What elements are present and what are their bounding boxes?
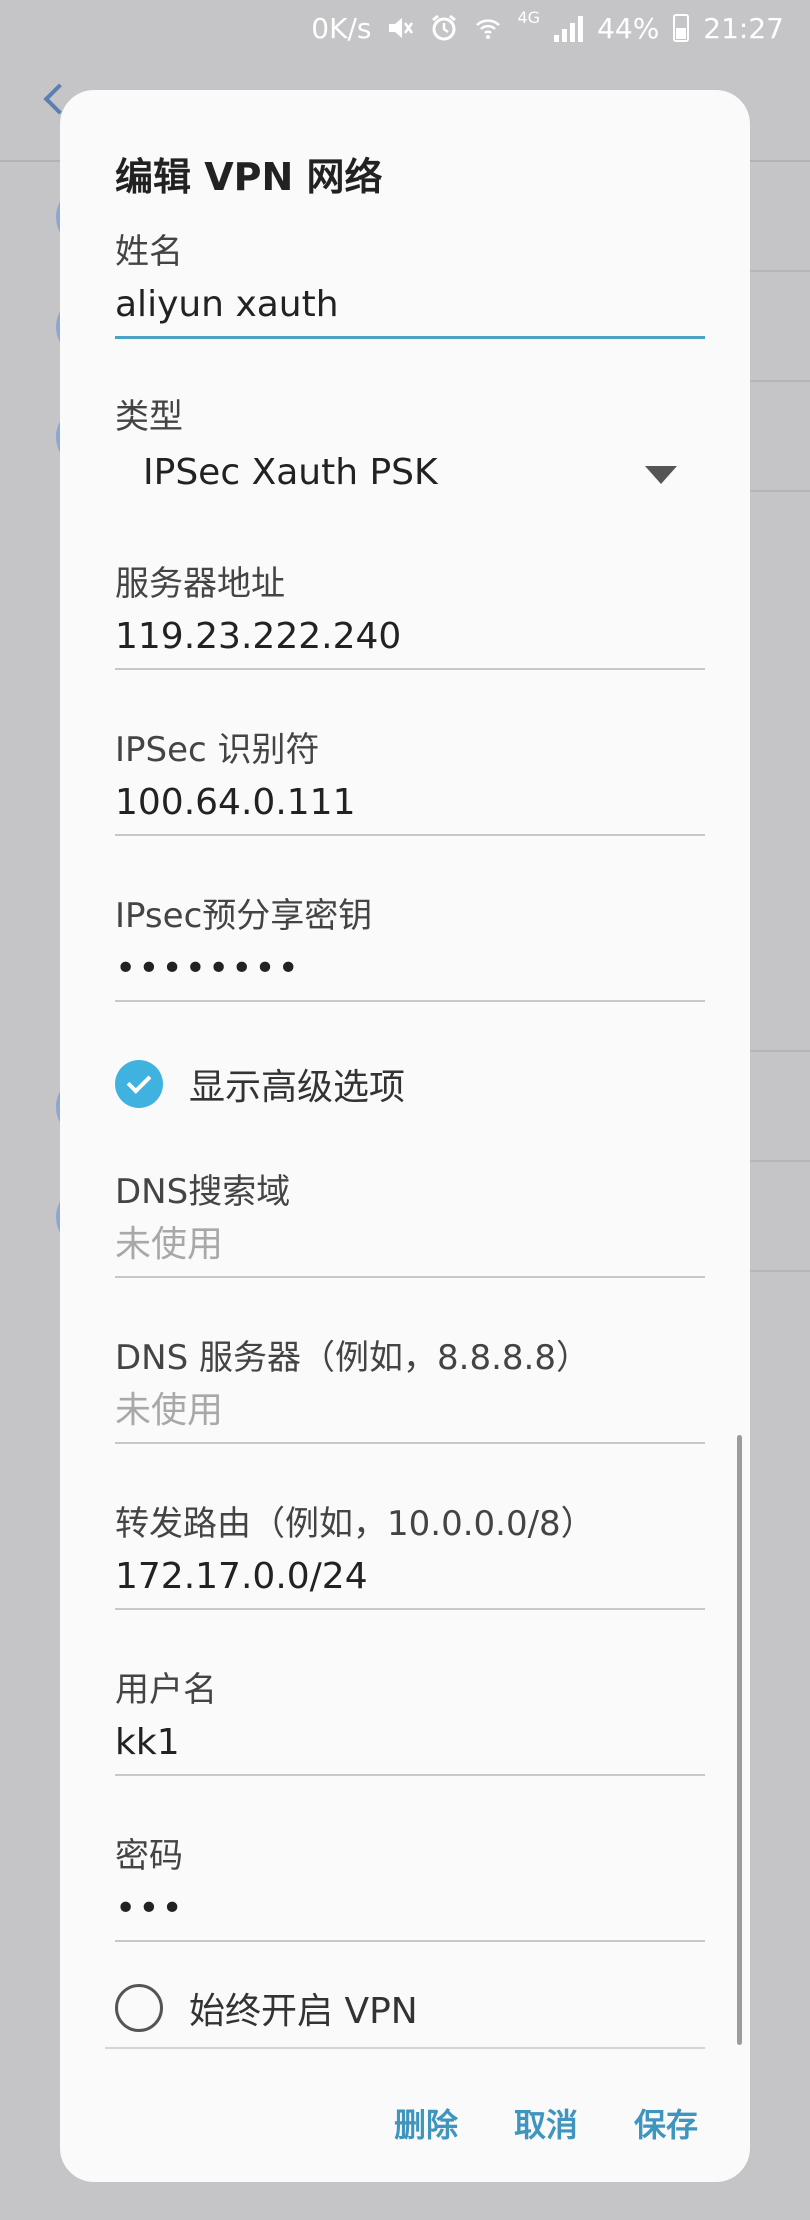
type-dropdown[interactable]: IPSec Xauth PSK [115, 448, 705, 508]
username-field[interactable]: 用户名 kk1 [115, 1668, 705, 1788]
show-advanced-label: 显示高级选项 [189, 1067, 406, 1108]
dns-server-underline [115, 1442, 705, 1444]
wifi-icon [473, 13, 503, 43]
dns-server-input[interactable]: 未使用 [115, 1386, 705, 1436]
alarm-icon [429, 13, 459, 43]
always-on-vpn-label: 始终开启 VPN [189, 1991, 418, 2032]
ipsec-id-underline [115, 834, 705, 836]
ipsec-id-label: IPSec 识别符 [115, 730, 320, 770]
mute-icon [385, 13, 415, 43]
show-advanced-checkbox[interactable]: 显示高级选项 [115, 1054, 405, 1114]
username-underline [115, 1774, 705, 1776]
dns-search-input[interactable]: 未使用 [115, 1220, 705, 1270]
scrollbar[interactable] [737, 1435, 742, 2045]
dns-server-field[interactable]: DNS 服务器（例如，8.8.8.8） 未使用 [115, 1336, 705, 1456]
username-label: 用户名 [115, 1670, 217, 1710]
routes-underline [115, 1608, 705, 1610]
background-divider [740, 1160, 810, 1162]
routes-input[interactable]: 172.17.0.0/24 [115, 1552, 705, 1602]
type-selected-value: IPSec Xauth PSK [143, 452, 438, 493]
background-divider [740, 490, 810, 492]
routes-field[interactable]: 转发路由（例如，10.0.0.0/8） 172.17.0.0/24 [115, 1502, 705, 1622]
name-underline [115, 336, 705, 339]
dns-search-underline [115, 1276, 705, 1278]
net-speed: 0K/s [311, 11, 372, 45]
checkbox-unchecked-icon [115, 1984, 163, 2032]
psk-underline [115, 1000, 705, 1002]
background-divider [740, 380, 810, 382]
ipsec-id-input[interactable]: 100.64.0.111 [115, 778, 705, 828]
routes-label: 转发路由（例如，10.0.0.0/8） [115, 1504, 595, 1544]
psk-field[interactable]: IPsec预分享密钥 •••••••• [115, 894, 705, 1014]
ipsec-id-field[interactable]: IPSec 识别符 100.64.0.111 [115, 728, 705, 848]
type-label: 类型 [115, 397, 183, 437]
name-input[interactable]: aliyun xauth [115, 280, 705, 330]
battery-icon [673, 14, 690, 42]
actions-divider [105, 2047, 705, 2049]
status-bar: 0K/s 4G 44% 21:27 [0, 0, 810, 56]
save-button[interactable]: 保存 [634, 2100, 698, 2146]
dialog-actions: 删除 取消 保存 [394, 2100, 698, 2146]
server-field[interactable]: 服务器地址 119.23.222.240 [115, 562, 705, 682]
password-underline [115, 1940, 705, 1942]
dialog-title: 编辑 VPN 网络 [115, 155, 383, 199]
edit-vpn-dialog: 编辑 VPN 网络 姓名 aliyun xauth 类型 IPSec Xauth… [60, 90, 750, 2182]
background-divider [740, 1050, 810, 1052]
battery-percent: 44% [597, 11, 660, 45]
dns-search-label: DNS搜索域 [115, 1172, 291, 1212]
background-divider [740, 1270, 810, 1272]
signal-icon [554, 14, 584, 42]
name-label: 姓名 [115, 232, 183, 272]
name-field[interactable]: 姓名 aliyun xauth [115, 230, 705, 350]
checkbox-checked-icon [115, 1060, 163, 1108]
psk-label: IPsec预分享密钥 [115, 896, 373, 936]
password-label: 密码 [115, 1836, 183, 1876]
username-input[interactable]: kk1 [115, 1718, 705, 1768]
psk-input[interactable]: •••••••• [115, 944, 705, 994]
password-input[interactable]: ••• [115, 1884, 705, 1934]
server-input[interactable]: 119.23.222.240 [115, 612, 705, 662]
network-type: 4G [517, 8, 541, 27]
dropdown-arrow-icon [645, 466, 677, 484]
always-on-vpn-checkbox[interactable]: 始终开启 VPN [115, 1978, 418, 2038]
server-label: 服务器地址 [115, 564, 285, 604]
cancel-button[interactable]: 取消 [514, 2100, 578, 2146]
server-underline [115, 668, 705, 670]
delete-button[interactable]: 删除 [394, 2100, 458, 2146]
background-divider [740, 270, 810, 272]
clock: 21:27 [703, 11, 784, 45]
password-field[interactable]: 密码 ••• [115, 1834, 705, 1954]
dns-search-field[interactable]: DNS搜索域 未使用 [115, 1170, 705, 1290]
dns-server-label: DNS 服务器（例如，8.8.8.8） [115, 1338, 590, 1378]
